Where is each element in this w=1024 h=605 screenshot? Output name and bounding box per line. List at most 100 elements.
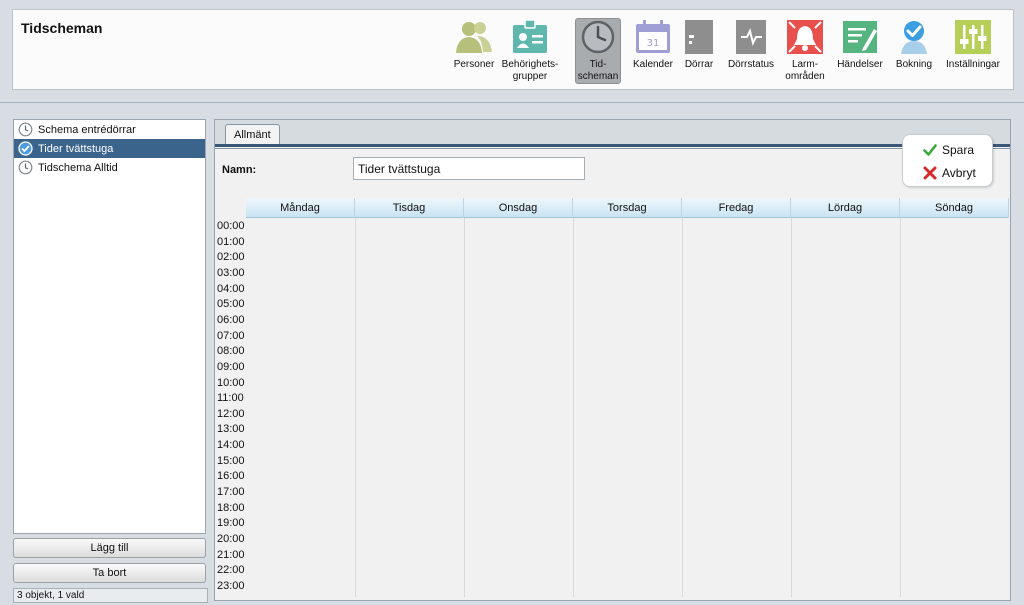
name-field[interactable]	[353, 157, 585, 180]
alarm-icon	[786, 19, 824, 55]
tool-calendar[interactable]: 31 Kalender	[629, 19, 677, 71]
cancel-label: Avbryt	[942, 166, 976, 180]
hour-label: 17:00	[217, 486, 245, 499]
schedule-list-item[interactable]: Schema entrédörrar	[14, 120, 205, 139]
tool-id-card[interactable]: Behörighets-grupper	[501, 19, 559, 83]
hour-label: 18:00	[217, 501, 245, 514]
tool-label: Larm-områden	[785, 59, 825, 82]
clock-icon	[18, 122, 33, 137]
tab-bar: Allmänt	[215, 120, 1010, 146]
hour-label: 13:00	[217, 423, 245, 436]
schedule-header: Måndag Tisdag Onsdag Torsdag Fredag Lördag Sön…	[246, 198, 1009, 218]
tool-label: Personer	[453, 59, 495, 70]
hour-label: 15:00	[217, 454, 245, 467]
status-bar: 3 objekt, 1 vald	[13, 588, 208, 603]
tool-alarm[interactable]: Larm-områden	[780, 19, 830, 83]
hour-label: 02:00	[217, 251, 245, 264]
day-column-line	[682, 218, 683, 597]
hour-label: 00:00	[217, 220, 245, 232]
hour-label: 05:00	[217, 298, 245, 311]
door-status-icon	[732, 19, 770, 55]
day-header: Måndag	[246, 198, 355, 218]
events-icon	[841, 19, 879, 55]
hour-label: 12:00	[217, 407, 245, 420]
app-header: Tidscheman Personer Behörighets-grupper Ti…	[12, 9, 1014, 90]
tab-underline	[215, 144, 1010, 147]
svg-text:31: 31	[647, 38, 660, 49]
day-header: Tisdag	[355, 198, 464, 218]
detail-panel: Allmänt Namn: Spara Avbryt MåndagTisdagO…	[214, 119, 1011, 601]
action-box: Spara Avbryt	[902, 134, 993, 187]
day-header: Fredag	[682, 198, 791, 218]
schedule-list-item[interactable]: Tidschema Alltid	[14, 158, 205, 177]
tool-label: Behörighets-grupper	[501, 59, 559, 82]
tab-general[interactable]: Allmänt	[225, 124, 280, 146]
hour-label: 06:00	[217, 313, 245, 326]
tool-door[interactable]: Dörrar	[681, 19, 717, 71]
tab-underline-thin	[215, 148, 1010, 149]
hour-label: 22:00	[217, 564, 245, 577]
clock-icon	[18, 160, 33, 175]
main-toolbar: Personer Behörighets-grupper Tid-scheman 31…	[13, 16, 1013, 90]
day-header: Söndag	[900, 198, 1009, 218]
schedule-list-label: Tidschema Alltid	[38, 161, 118, 174]
hour-label: 20:00	[217, 533, 245, 545]
tool-label: Bokning	[895, 59, 933, 70]
tool-label: Dörrar	[684, 59, 714, 70]
hour-label: 03:00	[217, 266, 245, 279]
schedule-list-item[interactable]: Tider tvättstuga	[14, 139, 205, 158]
schedule-list-label: Schema entrédörrar	[38, 123, 136, 136]
door-icon	[680, 19, 718, 55]
tool-persons[interactable]: Personer	[450, 19, 498, 71]
tool-door-status[interactable]: Dörrstatus	[725, 19, 777, 71]
hour-label: 11:00	[217, 392, 244, 405]
settings-sliders-icon	[954, 19, 992, 55]
id-card-icon	[511, 19, 549, 55]
day-header: Onsdag	[464, 198, 573, 218]
name-label: Namn:	[222, 164, 257, 176]
hour-label: 08:00	[217, 345, 245, 358]
schedule-grid[interactable]	[246, 218, 1009, 597]
tool-label: Tid-scheman	[577, 59, 619, 82]
hour-label: 19:00	[217, 517, 245, 530]
tool-events[interactable]: Händelser	[834, 19, 886, 71]
day-column-line	[355, 218, 356, 597]
tool-settings-sliders[interactable]: Inställningar	[942, 19, 1004, 71]
save-button[interactable]: Spara	[923, 143, 974, 157]
day-header: Lördag	[791, 198, 900, 218]
clock-icon	[579, 19, 617, 55]
hour-label: 07:00	[217, 329, 245, 342]
hour-label: 01:00	[217, 235, 245, 248]
cancel-button[interactable]: Avbryt	[923, 166, 976, 180]
schedule-list: Schema entrédörrar Tider tvättstuga Tidsch…	[13, 119, 206, 534]
tool-clock[interactable]: Tid-scheman	[575, 18, 621, 84]
tool-label: Dörrstatus	[727, 59, 775, 70]
day-column-line	[464, 218, 465, 597]
hour-label: 10:00	[217, 376, 245, 389]
check-circle-icon	[18, 141, 33, 156]
hour-label: 16:00	[217, 470, 245, 483]
hour-label: 23:00	[217, 579, 245, 592]
calendar-icon: 31	[634, 19, 672, 55]
tool-label: Kalender	[632, 59, 674, 70]
schedule-list-label: Tider tvättstuga	[38, 142, 114, 155]
day-header: Torsdag	[573, 198, 682, 218]
tool-label: Händelser	[837, 59, 883, 70]
day-column-line	[573, 218, 574, 597]
checkmark-icon	[923, 144, 937, 156]
remove-button[interactable]: Ta bort	[13, 563, 206, 583]
day-column-line	[900, 218, 901, 597]
booking-icon	[895, 19, 933, 55]
persons-icon	[455, 19, 493, 55]
hour-label: 21:00	[217, 548, 245, 561]
save-label: Spara	[942, 143, 975, 157]
tool-label: Inställningar	[946, 59, 1000, 70]
divider	[0, 102, 1024, 103]
cross-icon	[923, 166, 937, 180]
add-button[interactable]: Lägg till	[13, 538, 206, 558]
hour-label: 04:00	[217, 282, 245, 295]
tool-booking[interactable]: Bokning	[891, 19, 937, 71]
hour-label: 09:00	[217, 360, 245, 373]
hour-label: 14:00	[217, 439, 245, 452]
day-column-line	[791, 218, 792, 597]
